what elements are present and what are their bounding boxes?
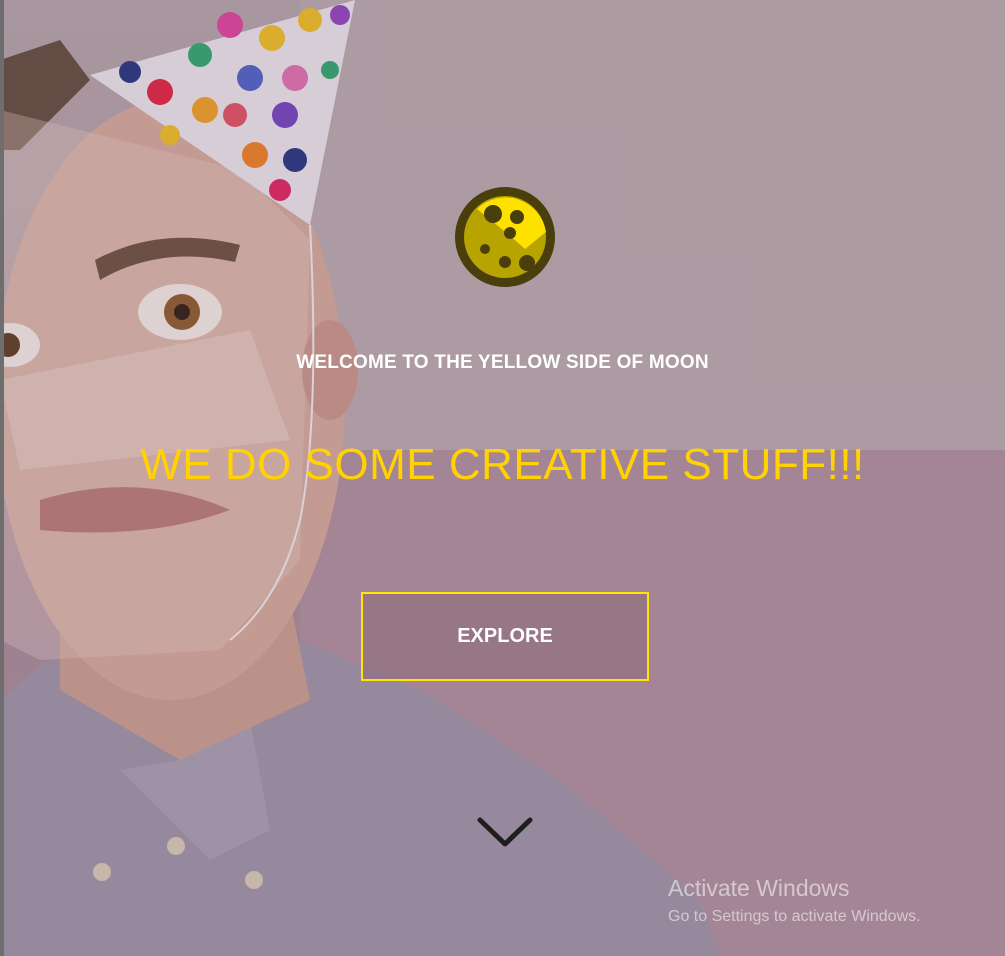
explore-button[interactable]: EXPLORE xyxy=(361,592,649,681)
chevron-down-icon[interactable] xyxy=(475,812,535,852)
hero-section: WELCOME TO THE YELLOW SIDE OF MOON WE DO… xyxy=(0,0,1005,956)
windows-activation-watermark: Activate Windows Go to Settings to activ… xyxy=(668,874,921,932)
explore-button-label: EXPLORE xyxy=(457,625,553,647)
watermark-subtitle: Go to Settings to activate Windows. xyxy=(668,908,921,925)
hero-headline: WE DO SOME CREATIVE STUFF!!! xyxy=(140,440,865,489)
welcome-heading: WELCOME TO THE YELLOW SIDE OF MOON xyxy=(296,352,709,373)
watermark-title: Activate Windows xyxy=(668,875,850,901)
moon-logo-icon[interactable] xyxy=(455,187,555,287)
